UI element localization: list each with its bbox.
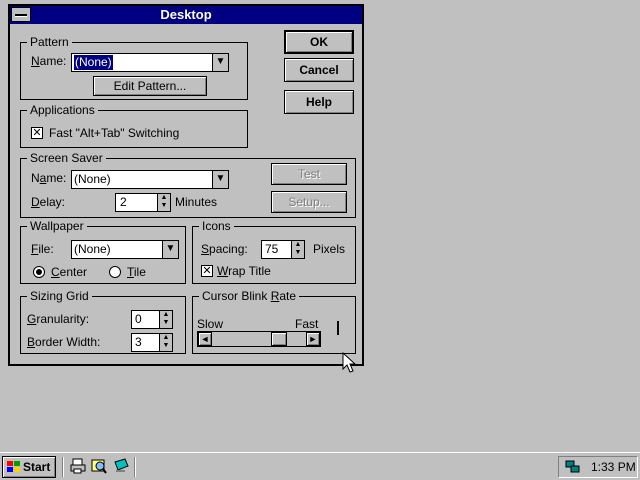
test-button[interactable]: Test [271,163,347,185]
pattern-name-label: Name: [31,54,67,68]
pattern-group: Pattern Name: (None) ▼ Edit Pattern... [20,34,248,100]
wallpaper-file-combo[interactable]: (None) ▼ [71,240,179,259]
desktop-dialog: Desktop Pattern Name: (None) ▼ Edit Patt… [8,4,364,366]
delay-label: Delay: [31,195,66,209]
granularity-value: 0 [135,312,142,326]
dropdown-arrow-icon[interactable]: ▼ [162,241,178,258]
ok-button[interactable]: OK [284,30,354,54]
applications-group: Applications ✕ Fast "Alt+Tab" Switching [20,102,248,148]
spacing-spinner[interactable]: 75 ▲ ▼ [261,240,305,259]
pattern-name-combo[interactable]: (None) ▼ [71,53,229,72]
cursor-blink-group: Cursor Blink Rate Slow Fast ◄ ► [192,288,356,354]
windows-logo-icon [7,461,20,472]
scroll-left-icon[interactable]: ◄ [198,332,212,346]
center-radio[interactable] [33,266,45,278]
spin-arrows-icon[interactable]: ▲ ▼ [157,194,170,211]
system-menu-icon[interactable] [11,7,31,22]
cursor-blink-group-label: Cursor Blink Rate [199,288,300,304]
title-bar[interactable]: Desktop [10,6,362,24]
blink-rate-scrollbar[interactable]: ◄ ► [197,331,321,347]
edit-pattern-label: Edit Pattern... [113,79,187,93]
fast-label: Fast [295,317,319,331]
screen-saver-name-combo[interactable]: (None) ▼ [71,170,229,189]
explorer-icon[interactable] [91,458,107,474]
scroll-right-icon[interactable]: ► [306,332,320,346]
dropdown-arrow-icon[interactable]: ▼ [212,54,228,71]
start-label: Start [23,460,51,474]
setup-label: Setup... [288,195,330,209]
wallpaper-group-label: Wallpaper [27,218,87,234]
pattern-group-label: Pattern [27,34,72,50]
wrap-title-checkbox[interactable]: ✕ [201,265,213,277]
edit-pattern-button[interactable]: Edit Pattern... [93,76,207,96]
slow-label: Slow [197,317,224,331]
spin-arrows-icon[interactable]: ▲ ▼ [291,241,304,258]
pattern-name-value: (None) [73,54,114,71]
border-width-value: 3 [135,335,142,349]
tile-label: Tile [127,265,146,279]
wallpaper-file-label: File: [31,242,54,256]
setup-button[interactable]: Setup... [271,191,347,213]
taskbar-divider [62,457,63,477]
border-width-label: Border Width: [27,335,101,349]
network-icon[interactable] [565,460,581,474]
cancel-button[interactable]: Cancel [284,58,354,82]
ok-label: OK [310,35,328,49]
cancel-label: Cancel [299,63,339,77]
help-button[interactable]: Help [284,90,354,114]
fast-switching-checkbox[interactable]: ✕ [31,127,43,139]
dropdown-arrow-icon[interactable]: ▼ [212,171,228,188]
icons-group-label: Icons [199,218,234,234]
start-button[interactable]: Start [2,456,56,478]
mouse-pointer-icon [342,352,356,373]
blink-cursor-preview [337,321,339,335]
spin-arrows-icon[interactable]: ▲ ▼ [159,334,172,351]
wallpaper-group: Wallpaper File: (None) ▼ Center Tile [20,218,186,284]
spin-arrows-icon[interactable]: ▲ ▼ [159,311,172,328]
screen-saver-group: Screen Saver Name: (None) ▼ Delay: 2 ▲ ▼ … [20,150,356,218]
minutes-label: Minutes [175,195,218,209]
tile-radio[interactable] [109,266,121,278]
scroll-thumb[interactable] [270,332,287,346]
sizing-grid-group: Sizing Grid Granularity: 0 ▲ ▼ Border Wid… [20,288,186,354]
pixels-label: Pixels [313,242,346,256]
test-label: Test [297,167,320,181]
delay-value: 2 [120,195,127,209]
help-label: Help [305,95,332,109]
wallpaper-file-value: (None) [74,242,111,256]
screen-saver-name-label: Name: [31,171,67,185]
icons-group: Icons Spacing: 75 ▲ ▼ Pixels ✕ Wrap Title [192,218,356,284]
spacing-label: Spacing: [201,242,248,256]
wrap-title-label: Wrap Title [217,264,271,278]
clock[interactable]: 1:33 PM [591,460,636,475]
sizing-grid-group-label: Sizing Grid [27,288,92,304]
granularity-spinner[interactable]: 0 ▲ ▼ [131,310,173,329]
delay-spinner[interactable]: 2 ▲ ▼ [115,193,171,212]
screen-saver-group-label: Screen Saver [27,150,106,166]
printer-icon[interactable] [70,458,86,474]
spacing-value: 75 [265,242,279,256]
screen-saver-name-value: (None) [74,172,111,186]
granularity-label: Granularity: [27,312,90,326]
fast-switching-label: Fast "Alt+Tab" Switching [49,126,180,140]
applications-group-label: Applications [27,102,98,118]
dialog-title: Desktop [160,7,212,22]
system-tray: 1:33 PM [558,456,638,478]
taskbar: Start 1:33 PM [0,452,640,480]
border-width-spinner[interactable]: 3 ▲ ▼ [131,333,173,352]
center-label: Center [51,265,88,279]
desktop-icon[interactable] [113,458,129,474]
taskbar-divider [134,457,135,477]
